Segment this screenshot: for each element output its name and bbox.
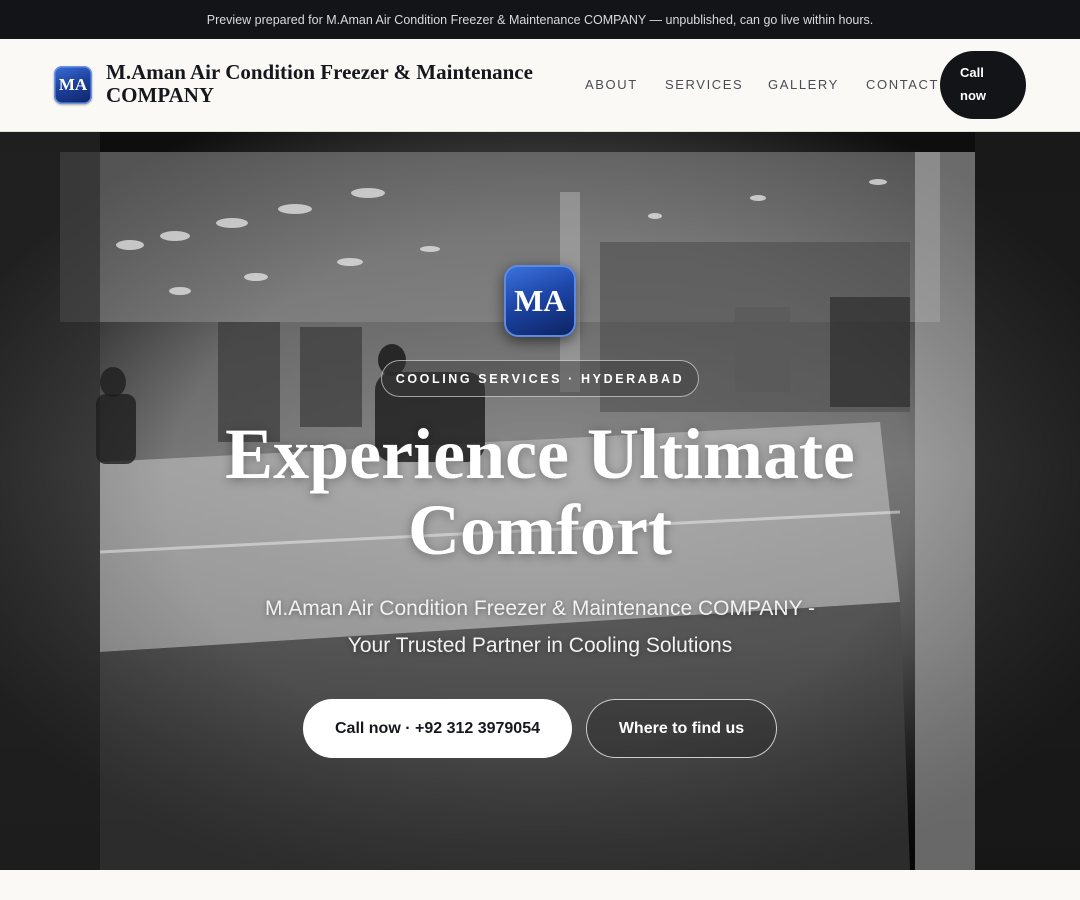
brand-name[interactable]: M.Aman Air Condition Freezer & Maintenan… — [106, 61, 576, 107]
nav-contact[interactable]: CONTACT — [866, 77, 939, 92]
header-call-button[interactable]: Call now — [940, 51, 1026, 119]
hero-logo: MA — [504, 265, 576, 337]
nav-services[interactable]: SERVICES — [665, 77, 743, 92]
call-now-button-label: Call now · +92 312 3979054 — [334, 719, 540, 737]
site-header: MA M.Aman Air Condition Freezer & Mainte… — [0, 39, 1080, 132]
nav-gallery[interactable]: GALLERY — [768, 77, 839, 92]
brand-logo[interactable]: MA — [54, 66, 92, 104]
nav-about[interactable]: ABOUT — [585, 77, 638, 92]
hero-location-badge: COOLING SERVICES · HYDERABAD — [381, 360, 699, 397]
hero-title-line2: Comfort — [408, 490, 672, 570]
hero-subtitle-line2: Your Trusted Partner in Cooling Solution… — [347, 634, 733, 657]
hero-logo-initials: MA — [514, 283, 566, 318]
hero-section: MA COOLING SERVICES · HYDERABAD Experien… — [0, 132, 1080, 870]
preview-banner: Preview prepared for M.Aman Air Conditio… — [0, 0, 1080, 39]
hero-subtitle: M.Aman Air Condition Freezer & Maintenan… — [220, 590, 860, 664]
header-call-label-line1: Call — [960, 65, 984, 80]
where-to-find-us-button[interactable]: Where to find us — [586, 699, 777, 758]
hero-location-badge-text: COOLING SERVICES · HYDERABAD — [395, 371, 685, 386]
call-now-button[interactable]: Call now · +92 312 3979054 — [303, 699, 572, 758]
preview-banner-text: Preview prepared for M.Aman Air Conditio… — [206, 12, 874, 27]
where-to-find-us-button-label: Where to find us — [618, 719, 745, 737]
hero-subtitle-line1: M.Aman Air Condition Freezer & Maintenan… — [264, 597, 816, 620]
next-section-edge — [0, 870, 1080, 900]
hero-title-line1: Experience Ultimate — [225, 414, 855, 494]
brand-logo-initials: MA — [58, 75, 88, 94]
header-call-label-line2: now — [960, 88, 986, 103]
hero-title: Experience Ultimate Comfort — [140, 416, 940, 568]
